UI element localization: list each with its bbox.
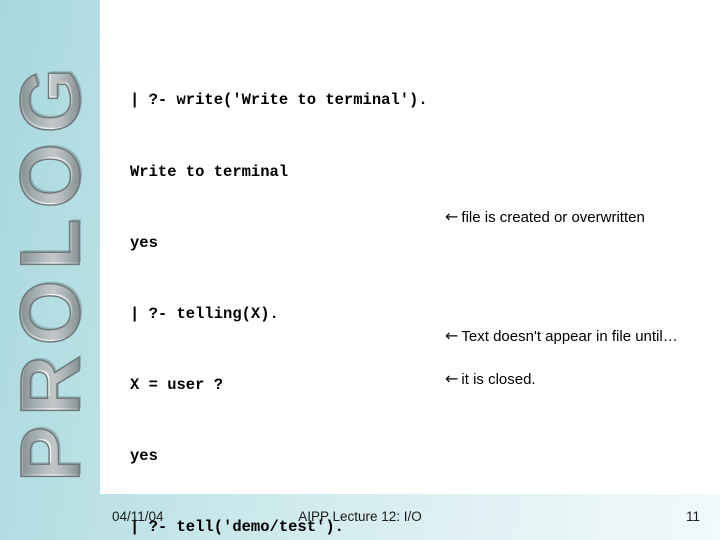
code-line: X = user ? — [130, 375, 224, 394]
footer-page-number: 11 — [685, 509, 700, 524]
prolog-wordart-text: PROLOG — [2, 57, 98, 483]
left-arrow-icon: ← — [445, 369, 459, 388]
footer-title: AIPP Lecture 12: I/O — [298, 509, 422, 524]
left-arrow-icon: ← — [445, 326, 459, 345]
left-arrow-icon: ← — [445, 207, 459, 226]
annotation-text-not-in-file: ← Text doesn't appear in file until… — [445, 326, 678, 345]
annotation-file-created: ← file is created or overwritten — [445, 207, 645, 226]
annotation-label: Text doesn't appear in file until… — [461, 328, 678, 345]
content-panel: | ?- write('Write to terminal'). Write t… — [100, 0, 720, 536]
prolog-session-code-block: | ?- write('Write to terminal'). Write t… — [130, 42, 465, 540]
code-line: | ?- write('Write to terminal'). — [130, 91, 428, 110]
annotation-label: file is created or overwritten — [461, 209, 645, 226]
code-line: yes — [130, 233, 158, 252]
code-line: Write to terminal — [130, 162, 289, 181]
annotation-label: it is closed. — [461, 371, 536, 388]
code-line: | ?- telling(X). — [130, 304, 279, 323]
code-line: yes — [130, 446, 158, 465]
slide: PROLOG | ?- write('Write to terminal'). … — [0, 0, 720, 540]
annotation-until-closed: ← it is closed. — [445, 369, 536, 388]
slide-footer: 04/11/04 AIPP Lecture 12: I/O 11 — [0, 506, 720, 528]
prolog-wordart-container: PROLOG — [0, 0, 100, 540]
